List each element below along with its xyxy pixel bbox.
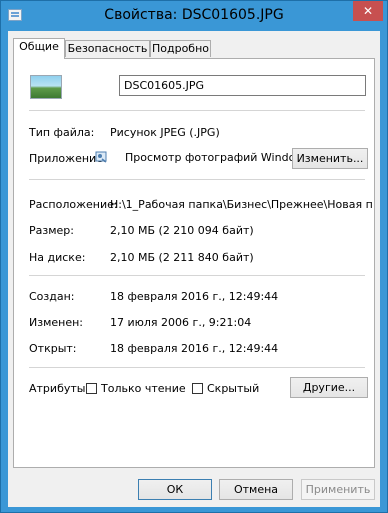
- photo-viewer-icon: [95, 151, 107, 163]
- window-title: Свойства: DSC01605.JPG: [104, 7, 284, 23]
- disk-size-value: 2,10 МБ (2 211 840 байт): [110, 251, 254, 264]
- change-app-button[interactable]: Изменить...: [292, 148, 368, 169]
- separator: [29, 179, 365, 180]
- separator: [29, 275, 365, 276]
- ok-button[interactable]: ОК: [138, 479, 212, 500]
- tab-general[interactable]: Общие: [13, 38, 65, 59]
- hidden-label[interactable]: Скрытый: [207, 382, 259, 395]
- advanced-attributes-button[interactable]: Другие...: [290, 377, 368, 398]
- created-label: Создан:: [29, 290, 75, 303]
- location-label: Расположение:: [29, 198, 118, 211]
- cancel-button[interactable]: Отмена: [219, 479, 293, 500]
- opened-label: Открыт:: [29, 342, 77, 355]
- title-bar[interactable]: Свойства: DSC01605.JPG ✕: [1, 1, 387, 31]
- app-value: Просмотр фотографий Windows: [125, 151, 311, 164]
- separator: [29, 367, 365, 368]
- modified-value: 17 июля 2006 г., 9:21:04: [110, 316, 252, 329]
- location-value: H:\1_Рабочая папка\Бизнес\Прежнее\Новая …: [110, 198, 372, 211]
- file-type-label: Тип файла:: [29, 126, 95, 139]
- opened-value: 18 февраля 2016 г., 12:49:44: [110, 342, 279, 355]
- attributes-label: Атрибуты:: [29, 382, 90, 395]
- hidden-checkbox[interactable]: [192, 383, 203, 394]
- readonly-label[interactable]: Только чтение: [101, 382, 186, 395]
- file-name-field[interactable]: DSC01605.JPG: [119, 75, 366, 96]
- tab-details[interactable]: Подробно: [150, 40, 211, 57]
- created-value: 18 февраля 2016 г., 12:49:44: [110, 290, 279, 303]
- image-file-icon: [30, 75, 62, 99]
- separator: [29, 110, 365, 111]
- modified-label: Изменен:: [29, 316, 84, 329]
- tab-security[interactable]: Безопасность: [65, 40, 150, 57]
- close-button[interactable]: ✕: [353, 1, 383, 21]
- properties-window: Свойства: DSC01605.JPG ✕ Общие Безопасно…: [0, 0, 388, 513]
- readonly-checkbox[interactable]: [86, 383, 97, 394]
- size-label: Размер:: [29, 224, 74, 237]
- file-type-value: Рисунок JPEG (.JPG): [110, 126, 220, 139]
- apply-button[interactable]: Применить: [301, 479, 375, 500]
- general-panel: DSC01605.JPG Тип файла: Рисунок JPEG (.J…: [13, 58, 375, 468]
- dialog-client: Общие Безопасность Подробно DSC01605.JPG…: [8, 31, 380, 507]
- size-value: 2,10 МБ (2 210 094 байт): [110, 224, 254, 237]
- disk-size-label: На диске:: [29, 251, 86, 264]
